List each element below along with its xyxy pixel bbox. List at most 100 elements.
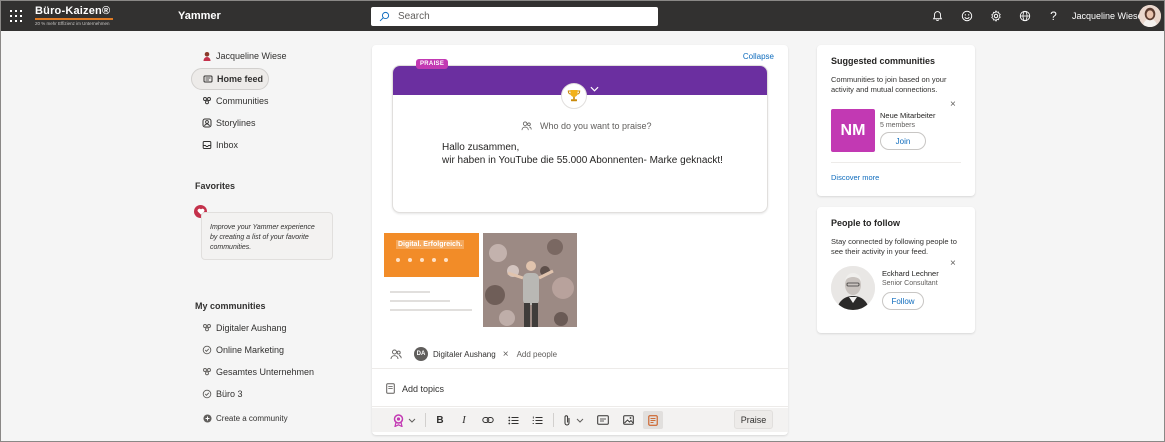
community-item[interactable]: Online Marketing — [191, 339, 284, 361]
praise-card: Who do you want to praise? Hallo zusamme… — [392, 65, 768, 213]
close-icon[interactable]: × — [950, 258, 956, 269]
gif-icon[interactable] — [595, 413, 611, 427]
user-avatar-icon — [202, 51, 212, 61]
topic-icon — [386, 383, 395, 394]
globe-icon[interactable] — [1010, 8, 1039, 24]
app-name[interactable]: Yammer — [178, 10, 221, 22]
top-bar: Büro-Kaizen® 20 % mehr Effizienz im Unte… — [1, 1, 1164, 31]
thumbnail-dots — [396, 258, 448, 262]
app-launcher-icon[interactable] — [10, 10, 22, 22]
check-circle-icon — [202, 345, 212, 355]
create-community-label: Create a community — [216, 413, 288, 423]
chevron-down-icon[interactable] — [572, 413, 588, 427]
bullet-list-icon[interactable] — [505, 413, 521, 427]
recipient-chip-label: Digitaler Aushang — [433, 349, 496, 359]
divider — [831, 162, 961, 163]
nav-item-profile[interactable]: Jacqueline Wiese — [191, 45, 287, 67]
people-icon — [521, 121, 532, 131]
community-icon — [202, 367, 212, 377]
divider — [372, 406, 788, 407]
numbered-list-icon[interactable] — [529, 413, 545, 427]
follow-button[interactable]: Follow — [882, 292, 924, 310]
gear-icon[interactable] — [981, 8, 1010, 24]
add-topics-label: Add topics — [402, 383, 445, 394]
person-avatar[interactable] — [831, 266, 875, 310]
community-item[interactable]: Digitaler Aushang — [191, 317, 287, 339]
toolbar-divider — [425, 413, 426, 427]
link-icon[interactable] — [480, 413, 496, 427]
image-icon[interactable] — [620, 413, 636, 427]
bold-button[interactable]: B — [432, 413, 448, 427]
thumbnail-header: Digital. Erfolgreich. — [384, 233, 479, 277]
search-input[interactable] — [398, 11, 638, 22]
community-item[interactable]: Gesamtes Unternehmen — [191, 361, 314, 383]
add-topics-button[interactable]: Add topics — [386, 383, 444, 394]
thumbnail-label: Digital. Erfolgreich. — [396, 240, 465, 249]
remove-recipient-button[interactable]: × — [503, 349, 509, 360]
close-icon[interactable]: × — [950, 99, 956, 110]
plus-circle-icon — [202, 413, 212, 423]
community-members: 5 members — [880, 122, 916, 129]
discover-more-link[interactable]: Discover more — [831, 173, 879, 182]
nav-item-label: Home feed — [217, 74, 264, 84]
join-button[interactable]: Join — [880, 132, 926, 150]
trophy-icon[interactable] — [561, 83, 587, 109]
brand-underline — [35, 18, 113, 20]
help-icon[interactable]: ? — [1039, 8, 1068, 24]
people-title: People to follow — [831, 218, 900, 228]
search-icon — [379, 11, 390, 22]
chevron-down-icon[interactable] — [404, 413, 420, 427]
chevron-down-icon[interactable] — [590, 81, 599, 95]
check-circle-icon — [202, 389, 212, 399]
nav-item-label: Inbox — [216, 140, 239, 150]
community-name[interactable]: Neue Mitarbeiter — [880, 111, 935, 120]
add-people-link[interactable]: Add people — [517, 350, 557, 359]
collapse-link[interactable]: Collapse — [743, 52, 774, 61]
attachment-thumbnail[interactable]: Digital. Erfolgreich. — [384, 233, 479, 327]
feed-icon — [203, 74, 213, 84]
community-label: Büro 3 — [216, 389, 243, 399]
person-photo — [483, 233, 577, 327]
favorites-title: Favorites — [195, 181, 236, 191]
italic-button[interactable]: I — [456, 413, 472, 427]
nav-item-label: Jacqueline Wiese — [216, 51, 287, 61]
thumbnail-lines — [384, 277, 479, 327]
top-user-name[interactable]: Jacqueline Wiese — [1072, 11, 1143, 21]
app-frame: Büro-Kaizen® 20 % mehr Effizienz im Unte… — [0, 0, 1165, 442]
create-community-link[interactable]: Create a community — [191, 407, 288, 429]
my-communities-title: My communities — [195, 301, 266, 311]
thumbnail-line — [390, 300, 450, 302]
praise-submit-button[interactable]: Praise — [734, 410, 773, 429]
message-line: Hallo zusammen, — [442, 142, 520, 153]
favorites-hint: Improve your Yammer experience by creati… — [201, 212, 333, 260]
brand-tagline: 20 % mehr Effizienz im Unternehmen — [35, 21, 110, 26]
praise-recipient-field[interactable]: Who do you want to praise? — [521, 121, 652, 131]
praise-format-icon[interactable] — [643, 411, 663, 429]
bell-icon[interactable] — [923, 8, 952, 24]
community-tile[interactable]: NM — [831, 109, 875, 152]
people-to-follow-card: People to follow Stay connected by follo… — [817, 207, 975, 333]
people-description: Stay connected by following people to se… — [831, 237, 957, 256]
smiley-icon[interactable] — [952, 8, 981, 24]
message-line: wir haben in YouTube die 55.000 Abonnent… — [442, 155, 723, 166]
storylines-icon — [202, 118, 212, 128]
nav-item-communities[interactable]: Communities — [191, 90, 269, 112]
search-box[interactable] — [371, 7, 658, 26]
user-avatar-icon[interactable] — [1139, 5, 1161, 27]
community-item[interactable]: Büro 3 — [191, 383, 243, 405]
inbox-icon — [202, 140, 212, 150]
person-name[interactable]: Eckhard Lechner — [882, 269, 939, 278]
post-message[interactable]: Hallo zusammen, wir haben in YouTube die… — [442, 141, 723, 167]
community-label: Online Marketing — [216, 345, 285, 355]
photo-thumbnail[interactable] — [483, 233, 577, 327]
recipients-row: DA Digitaler Aushang × Add people — [390, 347, 557, 361]
nav-item-home-feed[interactable]: Home feed — [191, 68, 269, 90]
praise-recipient-placeholder: Who do you want to praise? — [540, 121, 652, 131]
nav-item-storylines[interactable]: Storylines — [191, 112, 256, 134]
post-composer: Collapse Who do you want to praise? Hall… — [372, 45, 788, 435]
people-icon — [390, 349, 402, 359]
brand-logo[interactable]: Büro-Kaizen® 20 % mehr Effizienz im Unte… — [35, 5, 117, 26]
nav-item-inbox[interactable]: Inbox — [191, 134, 238, 156]
divider — [372, 368, 788, 369]
nav-item-label: Storylines — [216, 118, 256, 128]
